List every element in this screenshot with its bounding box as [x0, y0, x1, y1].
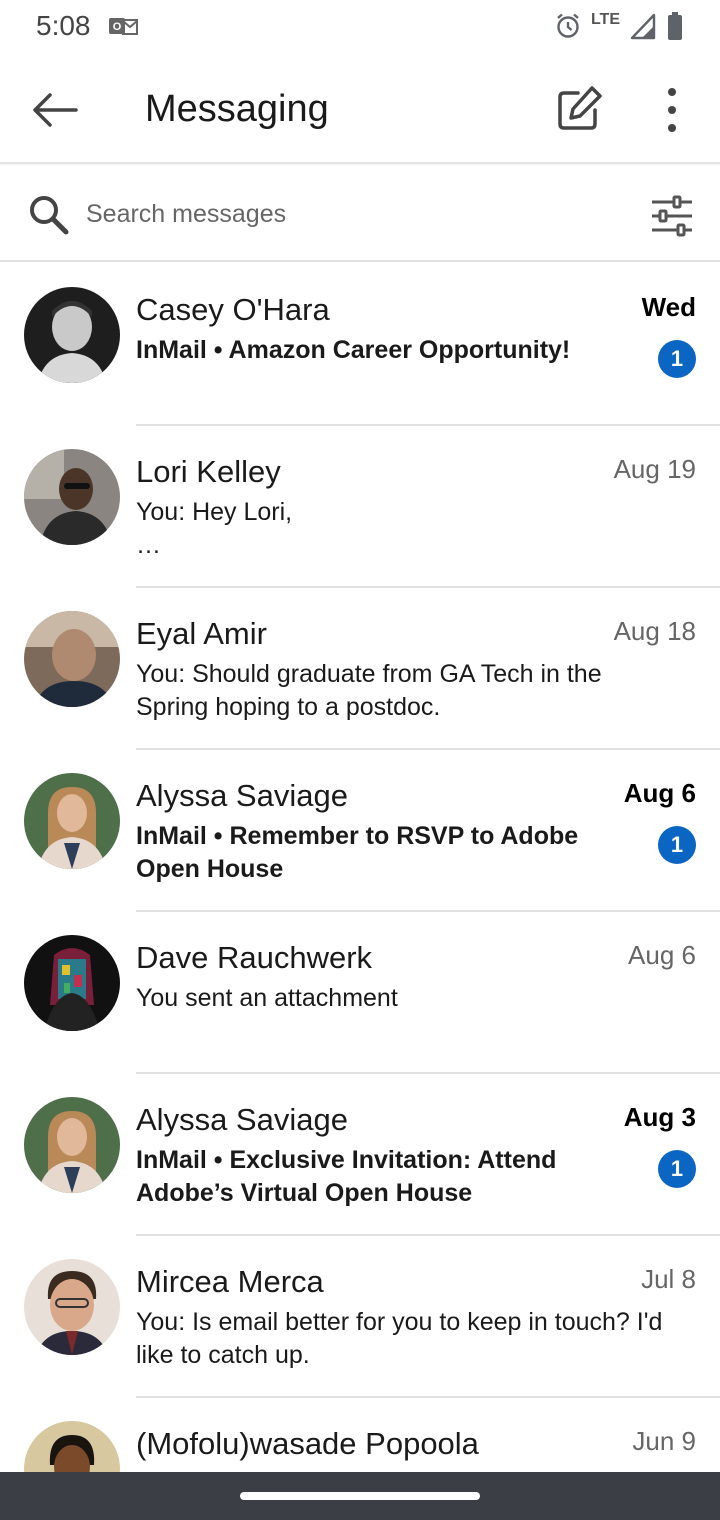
status-icons: LTE — [555, 10, 684, 42]
avatar — [24, 1259, 120, 1355]
conversation-date: Jul 8 — [641, 1264, 696, 1294]
battery-icon — [668, 12, 682, 40]
avatar — [24, 1097, 120, 1193]
conversation-row[interactable]: Alyssa Saviage Aug 6 InMail • Remember t… — [0, 750, 720, 912]
app-bar: Messaging — [0, 56, 720, 164]
cell-signal-icon — [630, 13, 656, 40]
conversation-snippet: InMail • Exclusive Invitation: Attend Ad… — [136, 1146, 557, 1207]
unread-count-badge: 1 — [658, 340, 696, 378]
conversation-row[interactable]: Casey O'Hara Wed InMail • Amazon Career … — [0, 264, 720, 426]
conversation-snippet: You: Should graduate from GA Tech in the… — [136, 660, 602, 721]
conversation-name: Alyssa Saviage — [136, 778, 348, 813]
conversation-name: Dave Rauchwerk — [136, 940, 373, 975]
conversation-date: Wed — [641, 292, 696, 322]
system-nav-bar — [0, 1472, 720, 1520]
conversation-snippet: InMail • Remember to RSVP to Adobe Open … — [136, 822, 579, 883]
search-bar — [0, 166, 720, 262]
compose-message-icon[interactable] — [550, 82, 606, 138]
conversation-name: Eyal Amir — [136, 616, 267, 651]
conversation-row[interactable]: Dave Rauchwerk Aug 6 You sent an attachm… — [0, 912, 720, 1074]
conversation-snippet: InMail • Amazon Career Opportunity! — [136, 336, 571, 364]
conversation-row[interactable]: Eyal Amir Aug 18 You: Should graduate fr… — [0, 588, 720, 750]
more-options-icon[interactable] — [648, 82, 696, 138]
unread-count-badge: 1 — [658, 826, 696, 864]
conversation-row[interactable]: Lori Kelley Aug 19 You: Hey Lori, … — [0, 426, 720, 588]
status-time: 5:08 — [36, 10, 91, 41]
conversation-list: Casey O'Hara Wed InMail • Amazon Career … — [0, 264, 720, 1520]
network-type-label: LTE — [590, 11, 620, 28]
svg-text:O: O — [113, 21, 122, 33]
search-icon — [30, 196, 69, 235]
conversation-date: Aug 3 — [623, 1102, 696, 1132]
status-bar: 5:08 O LTE — [0, 0, 720, 56]
home-gesture-handle[interactable] — [240, 1492, 480, 1500]
outlook-notification-icon: O — [109, 18, 138, 35]
conversation-snippet: You sent an attachment — [136, 984, 398, 1012]
conversation-date: Aug 18 — [613, 616, 696, 646]
back-arrow-icon[interactable] — [24, 82, 84, 138]
page-title: Messaging — [145, 88, 329, 130]
alarm-icon — [557, 13, 579, 38]
conversation-name: (Mofolu)wasade Popoola — [136, 1426, 479, 1461]
conversation-row[interactable]: Alyssa Saviage Aug 3 InMail • Exclusive … — [0, 1074, 720, 1236]
avatar — [24, 611, 120, 707]
conversation-date: Aug 6 — [628, 940, 696, 970]
unread-count-badge: 1 — [658, 1150, 696, 1188]
conversation-snippet: You: Is email better for you to keep in … — [136, 1308, 663, 1369]
conversation-snippet: You: Hey Lori, … — [136, 498, 293, 559]
conversation-name: Lori Kelley — [136, 454, 281, 489]
conversation-date: Aug 6 — [623, 778, 696, 808]
avatar — [24, 773, 120, 869]
conversation-name: Mircea Merca — [136, 1264, 324, 1299]
conversation-name: Casey O'Hara — [136, 292, 330, 327]
conversation-row[interactable]: Mircea Merca Jul 8 You: Is email better … — [0, 1236, 720, 1398]
conversation-date: Jun 9 — [632, 1426, 696, 1456]
conversation-date: Aug 19 — [613, 454, 696, 484]
avatar — [24, 287, 120, 383]
avatar — [24, 935, 120, 1031]
search-input[interactable] — [86, 192, 606, 236]
conversation-name: Alyssa Saviage — [136, 1102, 348, 1137]
avatar — [24, 449, 120, 545]
filter-sliders-icon[interactable] — [648, 194, 696, 238]
